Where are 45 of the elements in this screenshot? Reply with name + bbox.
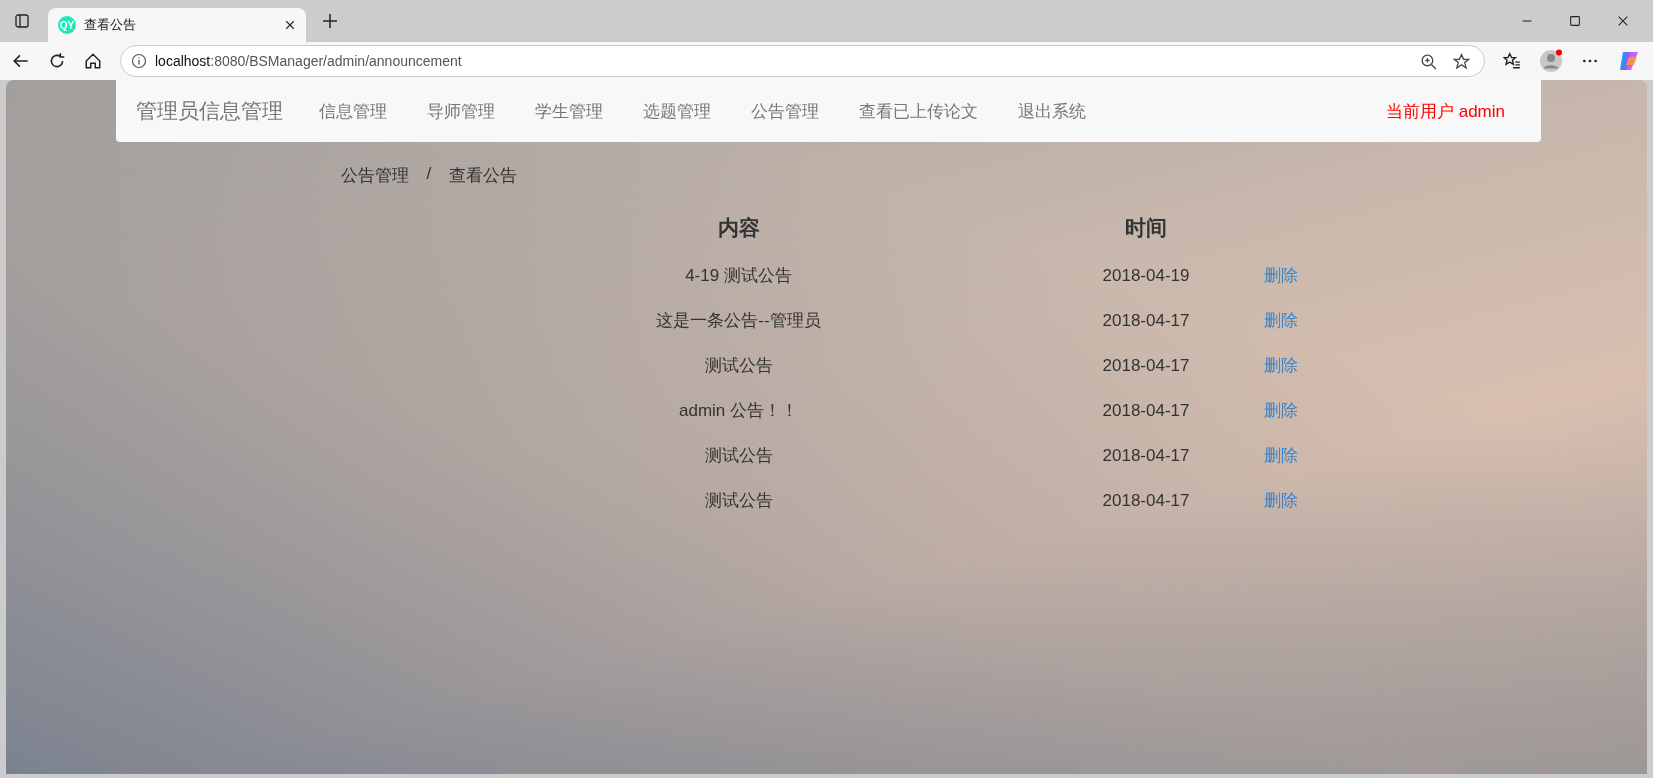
nav-link[interactable]: 退出系统 (998, 99, 1106, 123)
reload-icon[interactable] (48, 52, 66, 70)
nav-link[interactable]: 查看已上传论文 (839, 99, 998, 123)
nav-link[interactable]: 公告管理 (731, 99, 839, 123)
new-tab-icon[interactable] (322, 13, 338, 29)
table-cell-text: 4-19 测试公告 (684, 265, 793, 287)
column-header: 内容 (716, 215, 761, 241)
copilot-icon[interactable] (1617, 49, 1641, 73)
nav-link[interactable]: 学生管理 (515, 99, 623, 123)
browser-tab[interactable]: QY 查看公告 (48, 8, 306, 42)
nav-link[interactable]: 导师管理 (407, 99, 515, 123)
profile-avatar-icon[interactable] (1539, 49, 1563, 73)
table-cell-text: 2018-04-19 (1101, 265, 1191, 286)
favorites-icon[interactable] (1503, 52, 1521, 70)
maximize-icon[interactable] (1568, 14, 1582, 28)
table-cell-text: 2018-04-17 (1101, 400, 1191, 421)
close-icon[interactable] (284, 19, 296, 31)
table-cell-text: 测试公告 (703, 445, 774, 467)
star-icon[interactable] (1453, 52, 1470, 70)
breadcrumb-separator: / (426, 164, 432, 185)
url-text: localhost:8080/BSManager/admin/announcement (155, 53, 462, 69)
breadcrumb-item[interactable]: 公告管理 (340, 164, 409, 187)
table-cell-text: 这是一条公告--管理员 (655, 310, 822, 332)
table-cell-text: 2018-04-17 (1101, 355, 1191, 376)
table-cell-text: 2018-04-17 (1101, 490, 1191, 511)
tab-actions-icon[interactable] (14, 13, 30, 29)
column-header: 时间 (1124, 215, 1168, 241)
table-cell-text: 2018-04-17 (1101, 310, 1191, 331)
site-favicon: QY (58, 16, 76, 34)
zoom-icon[interactable] (1420, 52, 1437, 70)
tab-title: 查看公告 (84, 16, 137, 34)
address-field[interactable]: localhost:8080/BSManager/admin/announcement (120, 45, 1485, 77)
back-icon[interactable] (12, 52, 30, 70)
breadcrumb-item: 查看公告 (449, 165, 518, 187)
table-cell-text: 测试公告 (703, 490, 774, 512)
table-cell-text: admin 公告！！ (678, 400, 799, 422)
info-icon[interactable] (131, 53, 147, 69)
nav-link[interactable]: 选题管理 (623, 99, 731, 123)
table-cell-text: 2018-04-17 (1101, 445, 1191, 466)
current-user-label: 当前用户 admin (1385, 100, 1505, 123)
nav-link[interactable]: 信息管理 (299, 99, 407, 123)
close-window-icon[interactable] (1616, 14, 1630, 28)
home-icon[interactable] (84, 52, 102, 70)
brand-title[interactable]: 管理员信息管理 (136, 97, 283, 125)
table-cell-text: 测试公告 (703, 355, 774, 377)
